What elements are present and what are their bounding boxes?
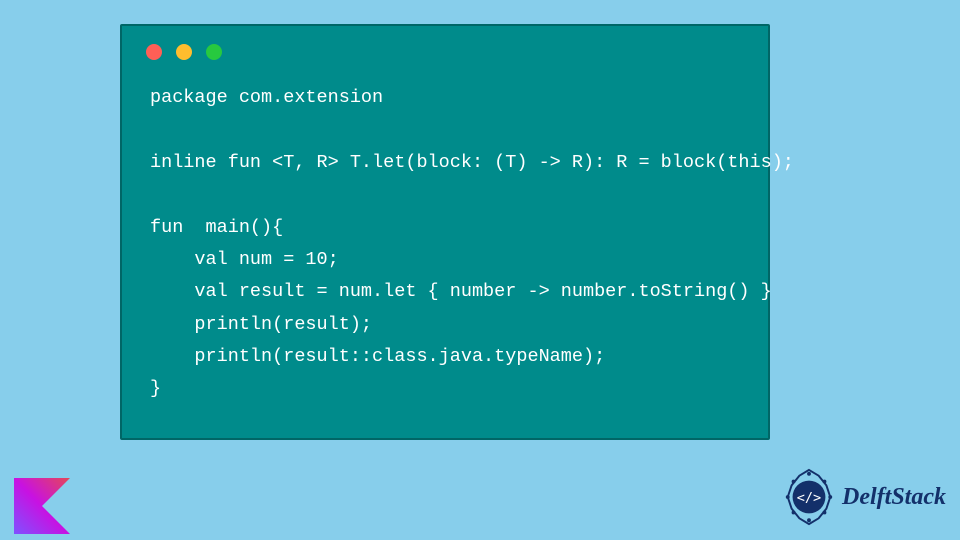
code-window: package com.extension inline fun <T, R> … bbox=[120, 24, 770, 440]
code-content: package com.extension inline fun <T, R> … bbox=[122, 70, 768, 418]
minimize-icon bbox=[176, 44, 192, 60]
svg-text:</>: </> bbox=[797, 490, 821, 506]
zoom-icon bbox=[206, 44, 222, 60]
delftstack-logo-icon: </> bbox=[780, 468, 838, 526]
close-icon bbox=[146, 44, 162, 60]
delftstack-branding: </> DelftStack bbox=[780, 468, 946, 526]
delftstack-label: DelftStack bbox=[842, 484, 946, 511]
window-titlebar bbox=[122, 26, 768, 70]
kotlin-logo-icon bbox=[14, 478, 70, 534]
